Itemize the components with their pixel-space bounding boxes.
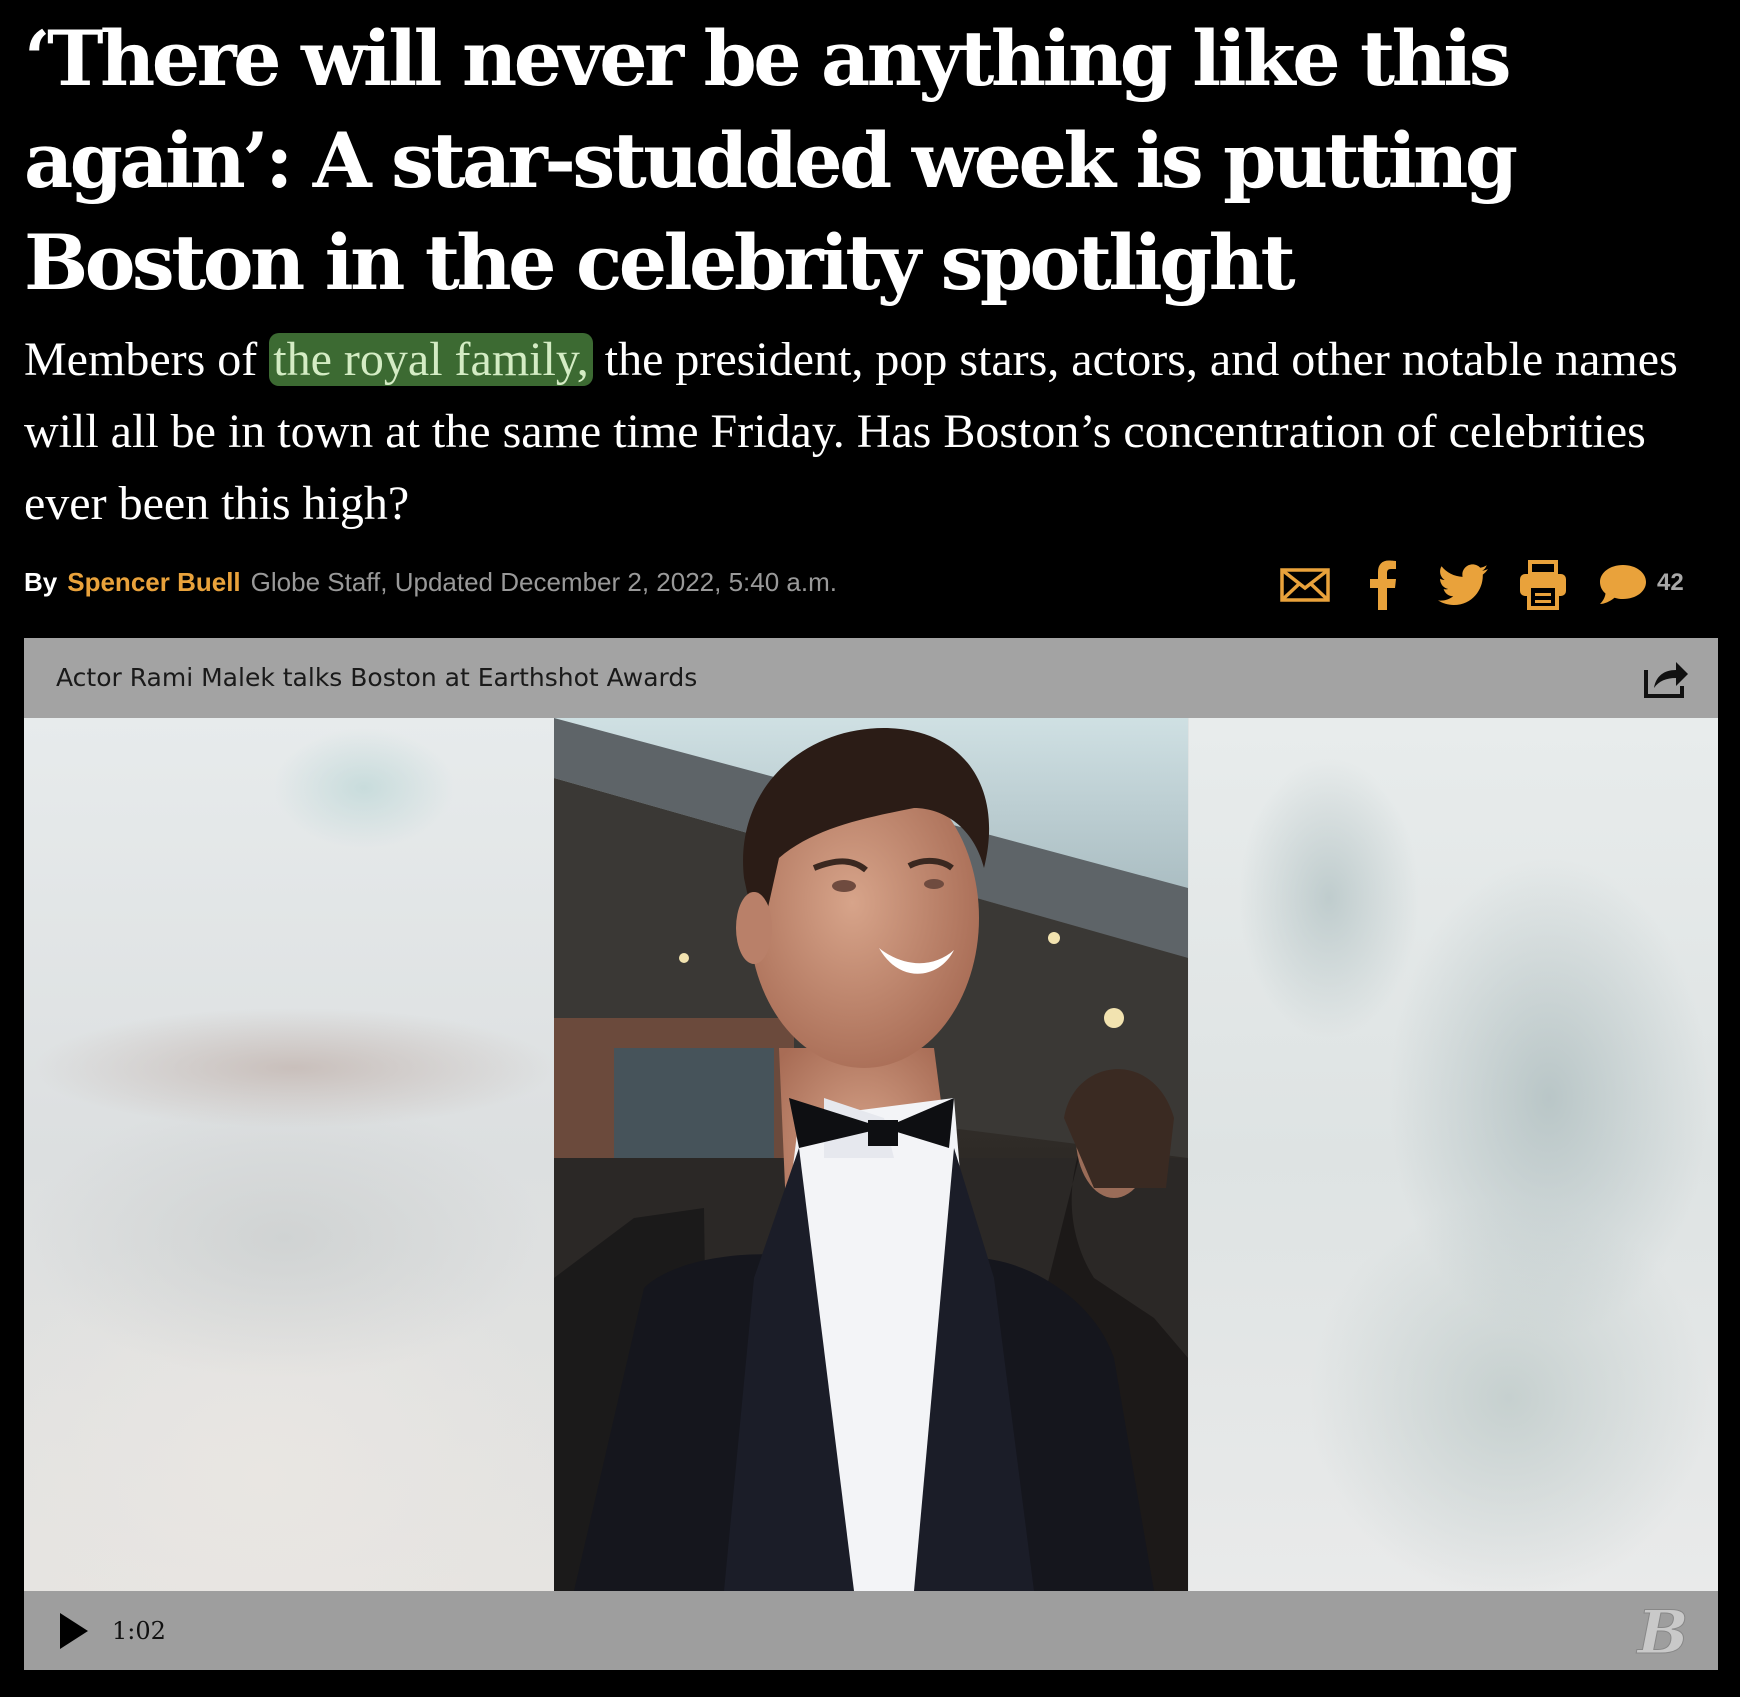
article-dek: Members of the royal family, the preside…	[24, 324, 1714, 540]
video-duration: 1:02	[112, 1617, 166, 1645]
byline: By Spencer Buell Globe Staff, Updated Dece…	[24, 562, 837, 602]
facebook-icon[interactable]	[1353, 555, 1413, 615]
byline-by-label: By	[24, 567, 58, 597]
comment-count[interactable]: 42	[1657, 569, 1684, 597]
video-frame[interactable]	[554, 718, 1188, 1591]
blurred-left-panel	[24, 718, 554, 1591]
byline-author-link[interactable]: Spencer Buell	[67, 567, 240, 597]
byline-meta: Globe Staff, Updated December 2, 2022, 5…	[250, 567, 837, 597]
comment-icon[interactable]	[1593, 555, 1653, 615]
video-still-image	[554, 718, 1188, 1591]
blurred-right-panel	[1189, 718, 1718, 1591]
twitter-icon[interactable]	[1433, 555, 1493, 615]
play-icon[interactable]	[54, 1611, 94, 1651]
share-tools: 42	[1275, 555, 1715, 615]
svg-text:B: B	[1636, 1599, 1689, 1661]
share-arrow-icon[interactable]	[1642, 656, 1690, 700]
video-player[interactable]: Actor Rami Malek talks Boston at Earthsh…	[24, 638, 1718, 1670]
print-icon[interactable]	[1513, 555, 1573, 615]
video-control-bar: 1:02 B	[24, 1591, 1718, 1670]
dek-highlight[interactable]: the royal family,	[269, 333, 593, 386]
article-headline: ‘There will never be anything like this …	[24, 14, 1518, 307]
dek-text-before: Members of	[24, 333, 270, 386]
video-title-bar: Actor Rami Malek talks Boston at Earthsh…	[24, 638, 1718, 718]
video-title: Actor Rami Malek talks Boston at Earthsh…	[56, 663, 698, 692]
boston-globe-b-logo: B	[1634, 1598, 1692, 1669]
email-icon[interactable]	[1275, 555, 1335, 615]
